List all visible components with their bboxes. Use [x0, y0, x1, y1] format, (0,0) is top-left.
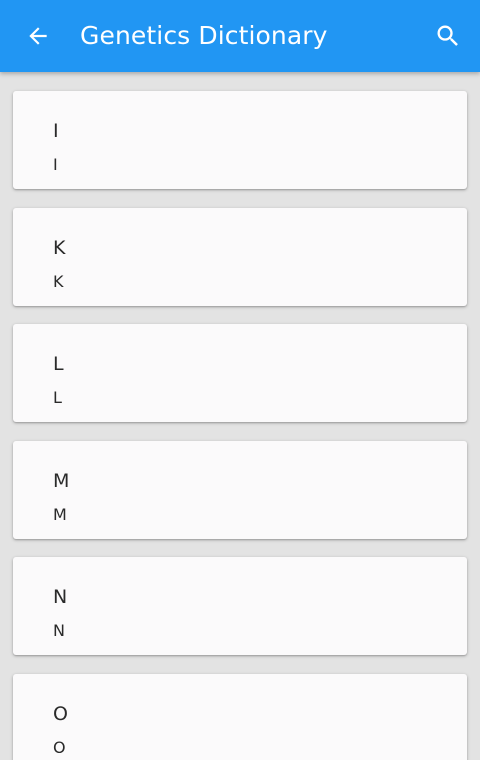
- list-item[interactable]: O O: [13, 674, 467, 760]
- entry-subtitle: I: [53, 155, 58, 174]
- entry-subtitle: L: [53, 388, 62, 407]
- arrow-back-icon: [29, 27, 47, 45]
- entry-term: N: [53, 586, 68, 608]
- entry-subtitle: O: [53, 738, 66, 757]
- entry-term: O: [53, 703, 68, 725]
- entry-subtitle: K: [53, 272, 64, 291]
- search-icon: [437, 25, 458, 46]
- entry-subtitle: N: [53, 621, 65, 640]
- entry-term: K: [53, 237, 66, 259]
- list-item[interactable]: N N: [13, 557, 467, 655]
- entry-term: I: [53, 120, 59, 142]
- list-item[interactable]: I I: [13, 91, 467, 189]
- list-item[interactable]: K K: [13, 208, 467, 306]
- entry-subtitle: M: [53, 505, 67, 524]
- entry-term: L: [53, 353, 64, 375]
- search-button[interactable]: [428, 16, 468, 56]
- dictionary-list[interactable]: I I K K L L M M N N O O: [0, 72, 480, 760]
- entry-term: M: [53, 470, 70, 492]
- list-item[interactable]: M M: [13, 441, 467, 539]
- back-button[interactable]: [18, 16, 58, 56]
- list-item[interactable]: L L: [13, 324, 467, 422]
- app-bar: Genetics Dictionary: [0, 0, 480, 72]
- page-title: Genetics Dictionary: [80, 21, 328, 50]
